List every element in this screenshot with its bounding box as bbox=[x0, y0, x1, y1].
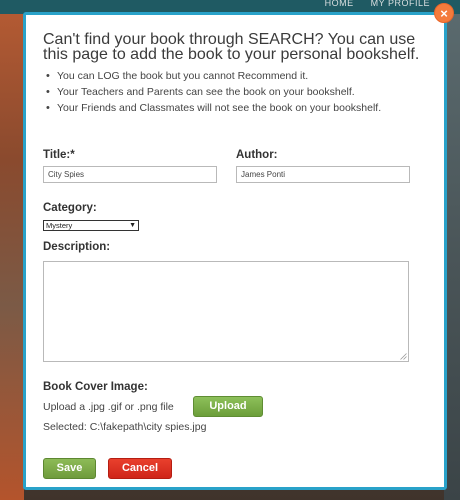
modal-heading: Can't find your book through SEARCH? You… bbox=[43, 31, 420, 63]
upload-button[interactable]: Upload bbox=[193, 396, 263, 417]
save-button[interactable]: Save bbox=[43, 458, 96, 479]
top-nav: HOME MY PROFILE bbox=[311, 0, 430, 8]
description-textarea[interactable] bbox=[43, 261, 409, 362]
selected-file-text: Selected: C:\fakepath\city spies.jpg bbox=[43, 421, 207, 433]
title-label: Title:* bbox=[43, 149, 75, 161]
cover-upload-hint: Upload a .jpg .gif or .png file bbox=[43, 401, 174, 413]
cover-image-label: Book Cover Image: bbox=[43, 381, 148, 393]
author-label: Author: bbox=[236, 149, 278, 161]
backdrop-left-content bbox=[0, 14, 24, 500]
nav-my-profile-link[interactable]: MY PROFILE bbox=[371, 0, 430, 8]
add-book-modal: Can't find your book through SEARCH? You… bbox=[23, 12, 447, 490]
notes-list: You can LOG the book but you cannot Reco… bbox=[43, 68, 413, 116]
category-label: Category: bbox=[43, 202, 97, 214]
note-item: You can LOG the book but you cannot Reco… bbox=[43, 68, 413, 84]
category-select[interactable]: Mystery ▼ bbox=[43, 220, 139, 231]
close-icon[interactable]: × bbox=[434, 3, 454, 23]
note-item: Your Teachers and Parents can see the bo… bbox=[43, 84, 413, 100]
note-item: Your Friends and Classmates will not see… bbox=[43, 100, 413, 116]
cancel-button[interactable]: Cancel bbox=[108, 458, 172, 479]
author-input[interactable] bbox=[236, 166, 410, 183]
category-selected-value: Mystery bbox=[46, 221, 73, 230]
dropdown-arrow-icon: ▼ bbox=[129, 222, 136, 229]
title-input[interactable] bbox=[43, 166, 217, 183]
resize-grip-icon[interactable] bbox=[400, 353, 407, 360]
nav-home-link[interactable]: HOME bbox=[325, 0, 354, 8]
description-label: Description: bbox=[43, 241, 111, 253]
